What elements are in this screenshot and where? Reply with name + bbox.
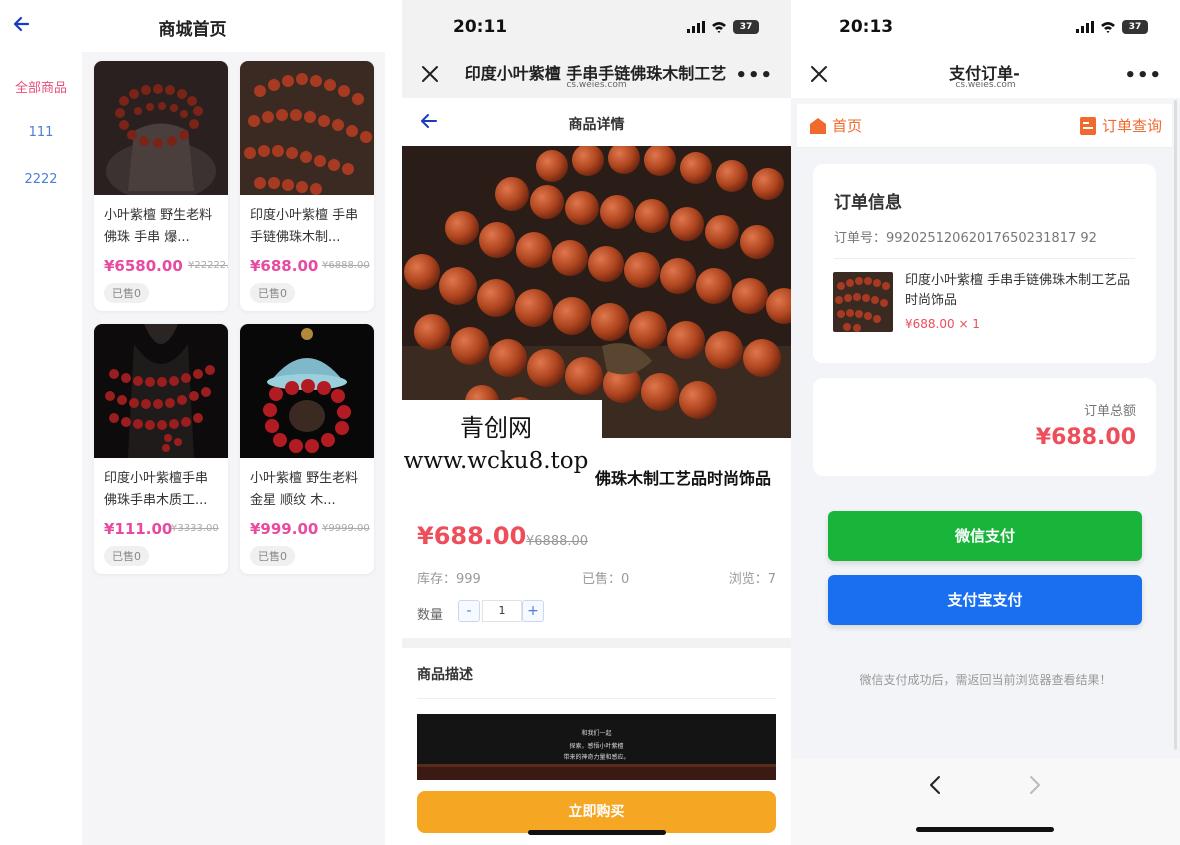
home-link[interactable]: 首页: [809, 115, 862, 136]
sold-text: 已售：0: [582, 572, 630, 587]
sold-badge: 已售0: [104, 283, 149, 303]
signal-icon: [687, 21, 705, 33]
status-bar: 20:11 37: [402, 0, 791, 52]
product-old-price: ¥3333.00: [171, 523, 219, 534]
order-query-link[interactable]: 订单查询: [1079, 115, 1162, 136]
product-card[interactable]: 印度小叶紫檀 手串手链佛珠木制... ¥688.00 ¥6888.00 已售0: [240, 61, 374, 311]
header: 商城首页: [0, 0, 385, 52]
order-total-card: 订单总额 ¥688.00: [813, 378, 1156, 476]
wifi-icon: [1101, 22, 1115, 33]
browser-domain: cs.weies.com: [955, 80, 1016, 90]
product-price: ¥999.00: [250, 520, 319, 538]
status-time: 20:13: [839, 17, 894, 37]
browser-forward-icon[interactable]: [1028, 775, 1042, 795]
sidebar-item-all[interactable]: 全部商品: [0, 77, 82, 96]
home-indicator: [528, 830, 666, 835]
product-card[interactable]: 印度小叶紫檀手串佛珠手串木质工... ¥111.00 ¥3333.00 已售0: [94, 324, 228, 574]
banner-line3: 带来的神奇力量和感应。: [563, 754, 630, 761]
buy-now-button[interactable]: 立即购买: [417, 791, 776, 833]
quantity-plus-button[interactable]: +: [522, 600, 544, 622]
product-name: 印度小叶紫檀手串佛珠手串木质工...: [104, 471, 209, 508]
product-image: [240, 324, 374, 458]
order-list-icon: [1079, 116, 1096, 135]
order-number: 订单号：99202512062017650231817 92: [834, 231, 1097, 246]
order-info-title: 订单信息: [834, 193, 902, 213]
product-name: 小叶紫檀 野生老料金星 顺纹 木...: [250, 471, 359, 508]
stock-text: 库存：999: [417, 572, 481, 587]
battery-icon: 37: [733, 20, 759, 34]
product-name: 印度小叶紫檀 手串手链佛珠木制...: [250, 208, 359, 245]
description-title: 商品描述: [417, 667, 473, 683]
browser-domain: cs.weies.com: [566, 80, 627, 90]
sidebar-item-111[interactable]: 111: [0, 125, 82, 140]
sidebar-item-2222[interactable]: 2222: [0, 172, 82, 187]
product-price: ¥6580.00: [104, 257, 183, 275]
total-label: 订单总额: [1083, 404, 1136, 419]
quantity-input[interactable]: 1: [482, 600, 522, 622]
page-title: 商城首页: [158, 20, 227, 40]
product-price: ¥688.00: [250, 257, 319, 275]
product-title: 佛珠木制工艺品时尚饰品: [595, 469, 772, 488]
product-image: [94, 61, 228, 195]
category-sidebar: 全部商品 111 2222: [0, 52, 82, 845]
product-hero-image: [402, 146, 791, 438]
detail-nav: 商品详情: [402, 98, 791, 146]
top-nav: 首页 订单查询: [797, 104, 1172, 148]
wifi-icon: [712, 22, 726, 33]
product-image: [94, 324, 228, 458]
product-old-price: ¥22222...: [188, 260, 228, 271]
more-icon[interactable]: •••: [735, 67, 773, 85]
banner-line1: 和我们一起: [581, 730, 612, 737]
browser-bar: 印度小叶紫檀 手串手链佛珠木制工艺 cs.weies.com •••: [402, 52, 791, 98]
status-time: 20:11: [453, 17, 508, 37]
quantity-label: 数量: [417, 608, 444, 623]
total-amount: ¥688.00: [1035, 425, 1136, 450]
bottom-bar: 立即购买: [402, 780, 791, 845]
browser-back-icon[interactable]: [928, 775, 942, 795]
home-icon: [810, 117, 826, 134]
product-price: ¥688.00: [417, 522, 527, 550]
payment-panel: 20:13 37 支付订单- cs.weies.com ••• 首页 订单查询 …: [791, 0, 1180, 845]
sold-badge: 已售0: [250, 546, 295, 566]
divider: [402, 638, 791, 648]
divider: [417, 698, 776, 699]
banner-wood-strip: [417, 764, 776, 780]
views-text: 浏览：7: [728, 572, 776, 587]
more-icon[interactable]: •••: [1124, 67, 1162, 85]
product-name: 小叶紫檀 野生老料 佛珠 手串 爆...: [104, 208, 213, 245]
description-banner-image: 和我们一起 探索，感悟小叶紫檀 带来的神奇力量和感应。: [417, 714, 776, 780]
order-item-name: 印度小叶紫檀 手串手链佛珠木制工艺品时尚饰品: [905, 273, 1131, 308]
quantity-minus-button[interactable]: -: [458, 600, 480, 622]
wechat-pay-button[interactable]: 微信支付: [828, 511, 1142, 561]
watermark-line1: 青创网: [460, 414, 532, 442]
status-bar: 20:13 37: [791, 0, 1180, 52]
home-indicator: [916, 827, 1054, 832]
browser-toolbar: [791, 759, 1180, 845]
divider: [834, 258, 1135, 259]
detail-page: 商品详情 青创网 www.wcku8.top 佛珠木制工艺品时尚饰品 ¥688.…: [402, 98, 791, 845]
product-old-price: ¥6888.00: [526, 534, 589, 549]
sold-badge: 已售0: [104, 546, 149, 566]
payment-tip: 微信支付成功后，需返回当前浏览器查看结果！: [859, 673, 1112, 687]
battery-icon: 37: [1122, 20, 1148, 34]
product-old-price: ¥6888.00: [322, 260, 370, 271]
order-item-price: ¥688.00 × 1: [905, 317, 980, 331]
browser-bar: 支付订单- cs.weies.com •••: [791, 52, 1180, 98]
product-detail-panel: 20:11 37 印度小叶紫檀 手串手链佛珠木制工艺 cs.weies.com …: [402, 0, 791, 845]
order-item-image: [833, 272, 893, 332]
product-card[interactable]: 小叶紫檀 野生老料金星 顺纹 木... ¥999.00 ¥9999.00 已售0: [240, 324, 374, 574]
signal-icon: [1076, 21, 1094, 33]
product-old-price: ¥9999.00: [322, 523, 370, 534]
shop-home-panel: 商城首页 全部商品 111 2222 小叶紫檀 野生老料 佛珠 手串 爆... …: [0, 0, 385, 845]
product-image: [240, 61, 374, 195]
scrollbar[interactable]: [1174, 100, 1177, 750]
product-price: ¥111.00: [104, 520, 173, 538]
order-info-card: 订单信息 订单号：99202512062017650231817 92 印度小叶…: [813, 164, 1156, 363]
banner-line2: 探索，感悟小叶紫檀: [569, 743, 624, 750]
payment-page: 首页 订单查询 订单信息 订单号：99202512062017650231817…: [791, 104, 1180, 759]
sold-badge: 已售0: [250, 283, 295, 303]
product-card[interactable]: 小叶紫檀 野生老料 佛珠 手串 爆... ¥6580.00 ¥22222... …: [94, 61, 228, 311]
page-title: 商品详情: [568, 117, 625, 133]
alipay-button[interactable]: 支付宝支付: [828, 575, 1142, 625]
